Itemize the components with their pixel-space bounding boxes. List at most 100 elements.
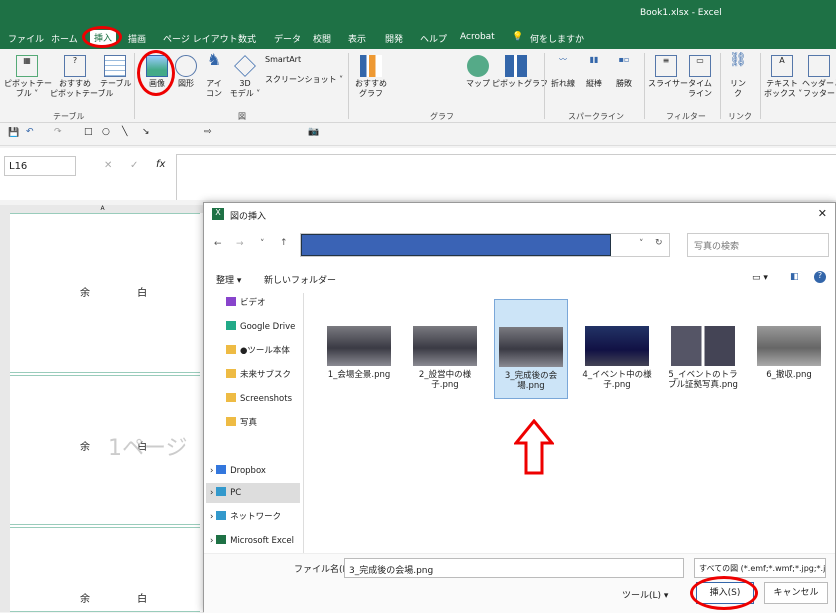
nav-item-excel[interactable]: › Microsoft Excel (210, 531, 294, 551)
name-box[interactable]: L16 (4, 156, 76, 176)
formula-input[interactable] (176, 154, 836, 200)
new-folder-button[interactable]: 新しいフォルダー (264, 273, 336, 286)
up-icon[interactable]: ↑ (280, 238, 288, 248)
tab-acrobat[interactable]: Acrobat (460, 32, 495, 42)
link-button[interactable]: ⛓ リン ク (724, 53, 752, 99)
shapes-button[interactable]: 図形 (173, 55, 199, 89)
right-arrow-shape-icon[interactable]: ⇨ (204, 127, 212, 137)
nav-item-video[interactable]: ビデオ (226, 293, 266, 313)
address-bar[interactable]: ˅ ↻ (300, 233, 670, 257)
timeline-icon: ▭ (689, 55, 711, 77)
tab-file[interactable]: ファイル (8, 32, 44, 45)
filename-input[interactable]: 3_完成後の会場.png (344, 558, 684, 578)
pivot-chart-button[interactable]: ピボットグラフ (492, 55, 548, 89)
tell-me-search[interactable]: 何をしますか (530, 32, 584, 45)
enter-icon[interactable]: ✓ (130, 160, 138, 171)
file-item[interactable]: 5_イベントのトラブル証拠写真.png (666, 299, 740, 390)
pivot-table-button[interactable]: ▦ ピボットテー ブル ˅ (4, 55, 52, 99)
column-header-a[interactable]: A (0, 205, 205, 213)
pivot-table-icon: ▦ (16, 55, 38, 77)
file-name: 5_イベントのトラブル証拠写真.png (668, 370, 738, 390)
screenshot-button[interactable]: スクリーンショット ˅ (265, 75, 343, 85)
map-button[interactable]: マップ (464, 55, 492, 89)
table-button[interactable]: テーブル (100, 55, 132, 89)
nav-item-pc[interactable]: › PC (206, 483, 300, 503)
file-item[interactable]: 1_会場全景.png (322, 299, 396, 380)
chevron-down-icon[interactable]: ˅ (260, 239, 265, 249)
line-shape-icon[interactable]: ╲ (122, 127, 127, 137)
3d-model-button[interactable]: 3D モデル ˅ (228, 55, 262, 99)
smartart-button[interactable]: SmartArt (265, 55, 301, 65)
tab-developer[interactable]: 開発 (385, 32, 403, 45)
tab-formulas[interactable]: 数式 (238, 32, 256, 45)
refresh-icon[interactable]: ↻ (655, 238, 663, 248)
timeline-button[interactable]: ▭ タイム ライン (686, 55, 714, 99)
file-item[interactable]: 4_イベント中の様子.png (580, 299, 654, 390)
dropbox-icon (216, 465, 227, 474)
undo-icon[interactable]: ↶ (26, 127, 34, 137)
organize-button[interactable]: 整理 ▾ (216, 273, 241, 286)
slicer-icon: ≡ (655, 55, 677, 77)
tab-view[interactable]: 表示 (348, 32, 366, 45)
back-icon[interactable]: ← (214, 239, 222, 249)
close-icon[interactable]: ✕ (818, 207, 827, 220)
file-item[interactable]: 6_撤収.png (752, 299, 826, 380)
slicer-button[interactable]: ≡ スライサー (648, 55, 688, 89)
sparkline-winloss-button[interactable]: ▪▫ 勝敗 (610, 55, 638, 89)
chevron-down-icon[interactable]: ˅ (639, 239, 644, 249)
worksheet[interactable]: A 余 白 余 白 1ページ 余 白 (0, 205, 205, 612)
cancel-button[interactable]: キャンセル (764, 582, 828, 604)
arrow-shape-icon[interactable]: ↘ (142, 127, 150, 137)
nav-item-folder[interactable]: 写真 (226, 413, 257, 433)
oval-shape-icon[interactable]: ○ (102, 127, 110, 137)
tab-help[interactable]: ヘルプ (420, 32, 447, 45)
nav-item-folder[interactable]: Screenshots (226, 389, 292, 409)
nav-label: Microsoft Excel (230, 536, 295, 546)
help-icon[interactable]: ? (814, 271, 826, 283)
header-footer-button[interactable]: ヘッダーと フッター (802, 55, 836, 99)
video-icon (226, 297, 236, 306)
file-item[interactable]: 2_設営中の様子.png (408, 299, 482, 390)
rectangle-shape-icon[interactable]: □ (84, 127, 93, 137)
search-input[interactable]: 写真の検索 (687, 233, 829, 257)
icons-button[interactable]: ♞ アイ コン (200, 50, 228, 99)
separator (720, 53, 721, 119)
nav-label: ネットワーク (230, 512, 282, 522)
tab-data[interactable]: データ (274, 32, 301, 45)
filetype-select[interactable]: すべての図 (*.emf;*.wmf;*.jpg;*.jp (694, 558, 826, 578)
tab-review[interactable]: 校閲 (313, 32, 331, 45)
recommended-charts-button[interactable]: おすすめ グラフ (354, 55, 388, 99)
fx-icon[interactable]: fx (156, 159, 165, 170)
group-filters-label: フィルター (666, 112, 706, 121)
separator (544, 53, 545, 119)
nav-item-network[interactable]: › ネットワーク (210, 507, 281, 527)
link-label: リン ク (730, 79, 746, 98)
tab-draw[interactable]: 描画 (128, 32, 146, 45)
nav-item-folder[interactable]: ●ツール本体 (226, 341, 290, 361)
sparkline-line-button[interactable]: 〰折れ線 (548, 55, 578, 89)
row-headers[interactable] (0, 213, 10, 612)
nav-item-folder[interactable]: 未来サブスク (226, 365, 291, 385)
camera-icon[interactable]: 📷 (308, 127, 319, 137)
sparkline-column-button[interactable]: ▮▮ 縦棒 (580, 55, 608, 89)
nav-item-google-drive[interactable]: Google Drive (226, 317, 295, 337)
tab-page-layout[interactable]: ページ レイアウト (163, 32, 238, 45)
folder-icon (226, 417, 236, 426)
recommended-pivot-button[interactable]: ? おすすめ ピボットテーブル (50, 55, 114, 99)
tools-dropdown[interactable]: ツール(L) ▾ (622, 588, 668, 601)
sparkline-line-label: 折れ線 (551, 79, 575, 88)
sparkline-line-icon: 〰 (559, 55, 567, 64)
tab-home[interactable]: ホーム (51, 32, 78, 45)
file-item-selected[interactable]: 3_完成後の会場.png (494, 299, 568, 399)
nav-item-dropbox[interactable]: › Dropbox (210, 461, 266, 481)
file-thumbnail (671, 326, 735, 366)
redo-icon[interactable]: ↷ (54, 127, 62, 137)
cancel-icon[interactable]: ✕ (104, 160, 112, 171)
save-icon[interactable]: 💾 (8, 128, 19, 138)
textbox-icon: A (771, 55, 793, 77)
textbox-button[interactable]: A テキスト ボックス ˅ (764, 55, 802, 99)
view-icon[interactable]: ▭ ▾ (752, 273, 768, 283)
icons-icon: ♞ (206, 50, 222, 69)
forward-icon[interactable]: → (236, 239, 244, 249)
preview-pane-icon[interactable]: ◧ (790, 272, 799, 282)
